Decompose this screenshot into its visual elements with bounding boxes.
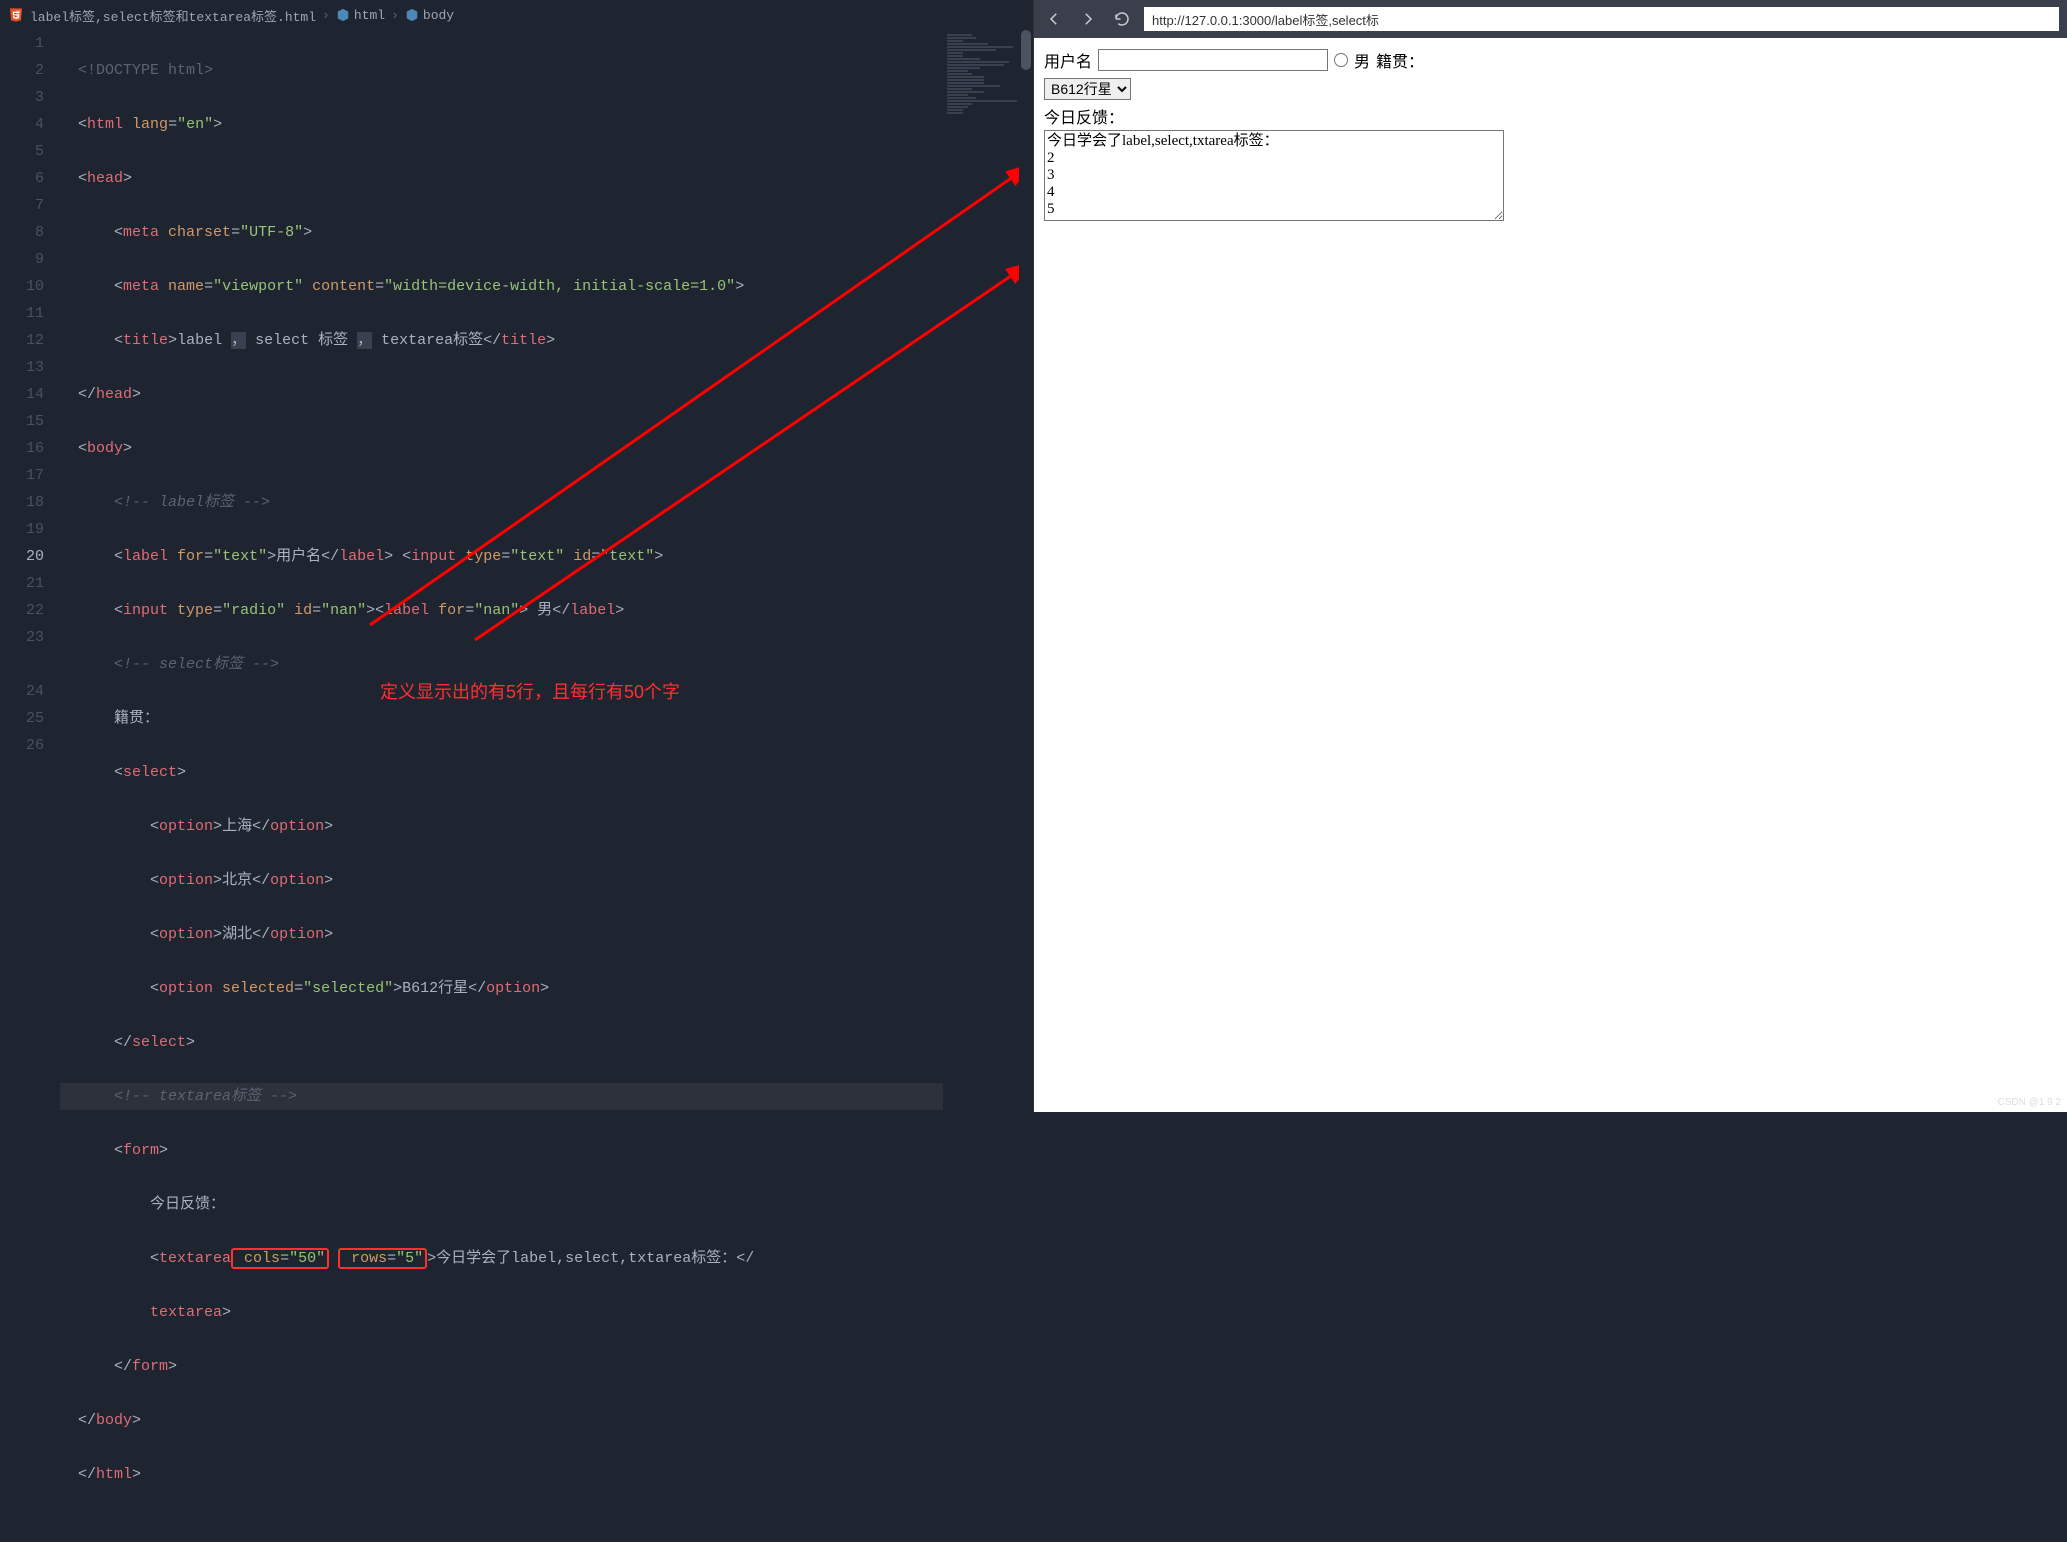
url-bar[interactable]: http://127.0.0.1:3000/label标签,select标 <box>1144 7 2059 31</box>
highlight-cols: cols="50" <box>231 1248 329 1269</box>
feedback-textarea[interactable] <box>1044 130 1504 221</box>
scrollbar-thumb[interactable] <box>1021 30 1031 70</box>
chevron-right-icon: › <box>391 8 399 23</box>
breadcrumb-body[interactable]: body <box>405 8 454 23</box>
username-input[interactable] <box>1098 49 1328 71</box>
watermark: CSDN @1 9 2 <box>1997 1097 2061 1108</box>
breadcrumb-html[interactable]: html <box>336 8 385 23</box>
line-gutter: 1234567891011121314151617181920212223242… <box>0 30 60 1112</box>
browser-toolbar: http://127.0.0.1:3000/label标签,select标 <box>1034 0 2067 38</box>
forward-button[interactable] <box>1076 7 1100 31</box>
annotation-text: 定义显示出的有5行，且每行有50个字 <box>380 678 680 704</box>
arrow-left-icon <box>1045 10 1063 28</box>
breadcrumb[interactable]: label标签,select标签和textarea标签.html › html … <box>0 0 1033 30</box>
element-icon <box>405 8 419 22</box>
male-radio[interactable] <box>1334 53 1348 67</box>
browser-content: 用户名 男 籍贯： B612行星 今日反馈： <box>1034 38 2067 1112</box>
label-male: 男 <box>1354 48 1370 72</box>
origin-select[interactable]: B612行星 <box>1044 78 1131 100</box>
feedback-label: 今日反馈： <box>1044 104 2057 128</box>
reload-icon <box>1113 10 1131 28</box>
back-button[interactable] <box>1042 7 1066 31</box>
label-username: 用户名 <box>1044 48 1092 72</box>
code-area[interactable]: <!DOCTYPE html> <html lang="en"> <head> … <box>60 30 1033 1112</box>
highlight-rows: rows="5" <box>338 1248 427 1269</box>
chevron-right-icon: › <box>322 8 330 23</box>
editor-body: 1234567891011121314151617181920212223242… <box>0 30 1033 1112</box>
breadcrumb-file[interactable]: label标签,select标签和textarea标签.html <box>30 6 316 25</box>
browser-pane: http://127.0.0.1:3000/label标签,select标 用户… <box>1033 0 2067 1112</box>
editor-scrollbar[interactable] <box>1019 30 1033 1112</box>
arrow-right-icon <box>1079 10 1097 28</box>
label-origin: 籍贯： <box>1376 48 1424 72</box>
html5-icon <box>8 7 24 23</box>
reload-button[interactable] <box>1110 7 1134 31</box>
editor-pane: label标签,select标签和textarea标签.html › html … <box>0 0 1033 1112</box>
element-icon <box>336 8 350 22</box>
